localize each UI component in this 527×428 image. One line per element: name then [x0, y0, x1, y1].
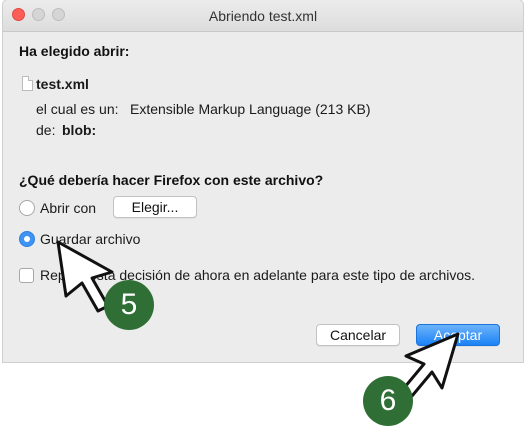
title-bar: Abriendo test.xml — [3, 0, 523, 32]
save-file-radio[interactable] — [19, 231, 35, 247]
file-type-label: el cual es un: — [36, 101, 119, 117]
choose-app-button[interactable]: Elegir... — [113, 196, 197, 218]
step-6-badge: 6 — [363, 376, 413, 426]
action-question-heading: ¿Qué debería hacer Firefox con este arch… — [19, 172, 324, 188]
pointer-cursor-icon — [402, 332, 460, 398]
file-name: test.xml — [36, 76, 89, 92]
cancel-button[interactable]: Cancelar — [316, 324, 400, 346]
chosen-file-heading: Ha elegido abrir: — [19, 43, 130, 59]
open-with-label[interactable]: Abrir con — [40, 200, 96, 216]
file-source-label: de: — [36, 122, 56, 138]
open-with-radio[interactable] — [19, 200, 35, 216]
window-title: Abriendo test.xml — [208, 8, 318, 24]
file-source-value: blob: — [62, 122, 97, 138]
file-icon — [22, 76, 33, 91]
file-type-value: Extensible Markup Language (213 KB) — [130, 101, 371, 117]
remember-decision-checkbox[interactable] — [19, 268, 34, 283]
step-5-badge: 5 — [104, 280, 154, 330]
